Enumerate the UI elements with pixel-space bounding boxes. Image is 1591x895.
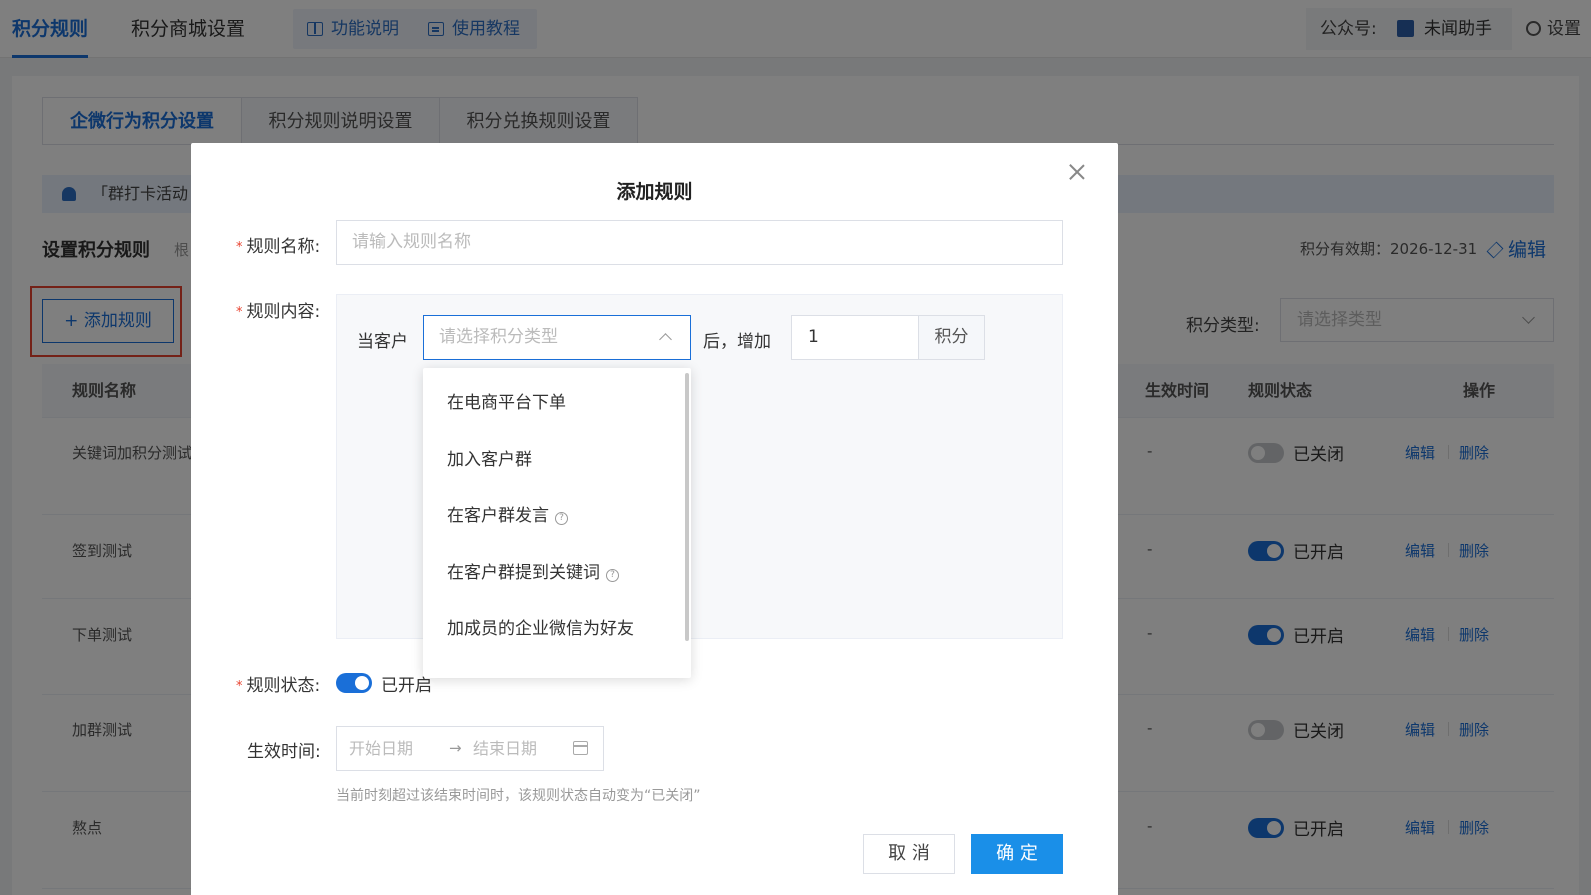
- effective-time-hint: 当前时刻超过该结束时间时，该规则状态自动变为“已关闭”: [336, 788, 701, 804]
- option-join-group[interactable]: 加入客户群: [447, 445, 532, 470]
- rule-status-text: 已开启: [381, 676, 432, 696]
- question-icon: ?: [606, 569, 619, 582]
- dropdown-scrollbar[interactable]: [685, 373, 689, 641]
- option-group-message[interactable]: 在客户群发言?: [447, 501, 568, 526]
- option-ecommerce-order[interactable]: 在电商平台下单: [447, 388, 566, 413]
- dialog-title: 添加规则: [616, 181, 693, 203]
- points-suffix: 积分: [918, 316, 984, 359]
- points-type-select[interactable]: 请选择积分类型: [423, 315, 691, 360]
- effective-time-label: 生效时间:: [247, 742, 321, 762]
- close-icon[interactable]: [1068, 163, 1086, 181]
- date-range-picker[interactable]: 开始日期 → 结束日期: [336, 726, 604, 771]
- rule-name-input[interactable]: 请输入规则名称: [336, 220, 1063, 265]
- calendar-icon: [573, 741, 588, 755]
- points-type-dropdown: 在电商平台下单 加入客户群 在客户群发言? 在客户群提到关键词? 加成员的企业微…: [423, 368, 691, 678]
- when-customer-text: 当客户: [357, 332, 408, 352]
- rule-status-toggle[interactable]: [336, 673, 372, 693]
- arrow-right-icon: →: [449, 739, 462, 757]
- question-icon: ?: [555, 512, 568, 525]
- end-date-placeholder: 结束日期: [473, 739, 538, 758]
- confirm-button[interactable]: 确 定: [971, 834, 1063, 874]
- after-add-text: 后，增加: [703, 332, 771, 352]
- add-rule-dialog: 添加规则 * 规则名称: 请输入规则名称 * 规则内容: 当客户 请选择积分类型 后…: [191, 143, 1118, 895]
- points-amount-input[interactable]: 1 积分: [791, 315, 985, 360]
- cancel-button[interactable]: 取 消: [863, 834, 955, 874]
- points-value: 1: [808, 327, 819, 347]
- chevron-up-icon: [659, 333, 672, 346]
- type-placeholder: 请选择积分类型: [439, 327, 558, 347]
- rule-name-label: * 规则名称:: [236, 237, 321, 257]
- rule-name-placeholder: 请输入规则名称: [352, 232, 471, 252]
- start-date-placeholder: 开始日期: [349, 739, 414, 758]
- option-group-keyword[interactable]: 在客户群提到关键词?: [447, 558, 619, 583]
- rule-content-label: * 规则内容:: [236, 302, 321, 322]
- rule-status-label: * 规则状态:: [236, 676, 321, 696]
- option-add-friend[interactable]: 加成员的企业微信为好友: [447, 614, 634, 639]
